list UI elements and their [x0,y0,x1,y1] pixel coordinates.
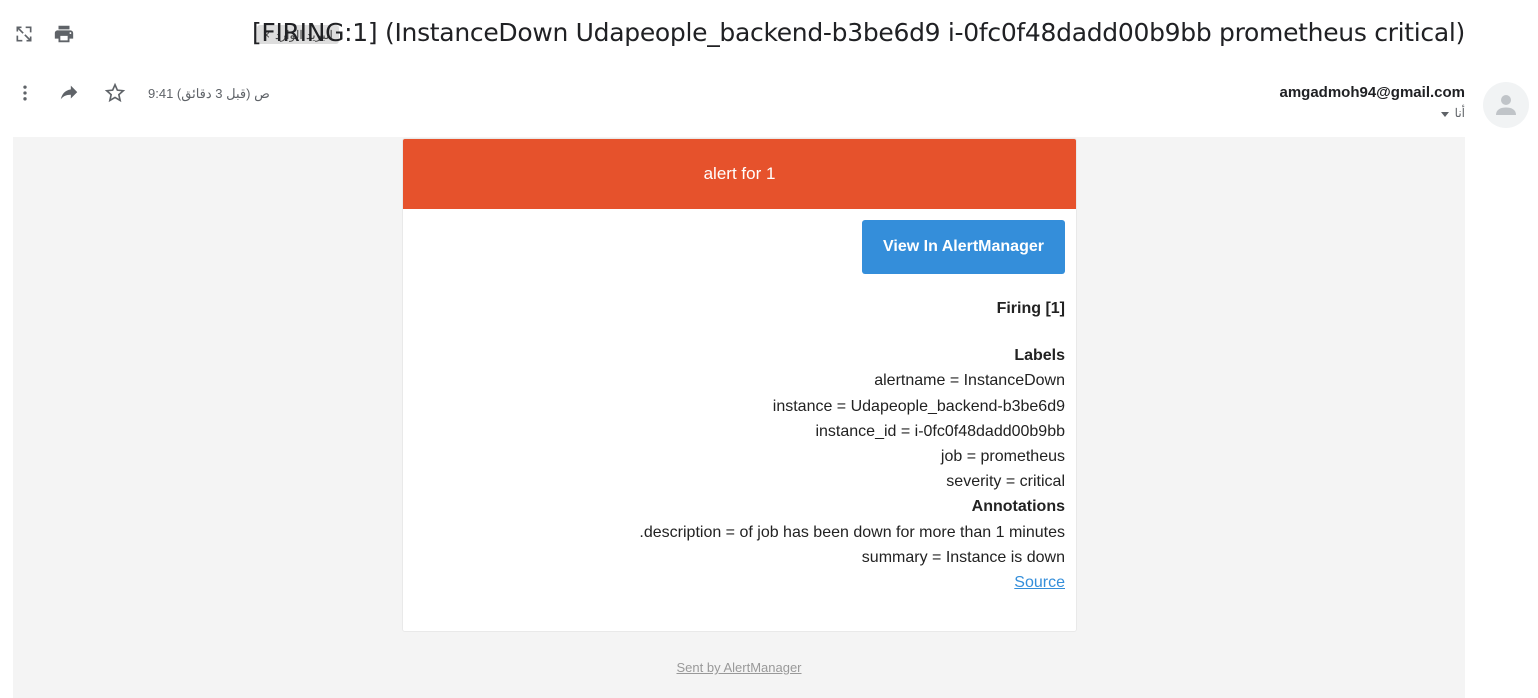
annotations-heading: Annotations [971,498,1065,515]
alert-card: alert for 1 View In AlertManager Firing … [402,138,1077,632]
chevron-down-icon[interactable] [1440,112,1449,117]
more-options-icon[interactable] [13,81,37,105]
print-icon[interactable] [52,22,76,46]
annotation-line: summary = Instance is down [861,549,1065,566]
label-line: severity = critical [946,473,1065,490]
label-line: instance_id = i-0fc0f48dadd00b9bb [815,423,1065,440]
open-in-new-window-icon[interactable] [12,22,36,46]
recipient-label: أنا [1454,106,1465,120]
email-footer: Sent by AlertManager [13,660,1465,675]
message-timestamp: 9:41 ص (قبل 3 دقائق) [148,86,270,101]
label-line: instance = Udapeople_backend-b3be6d9 [772,398,1065,415]
labels-heading: Labels [1014,347,1065,364]
annotation-line: description = of job has been down for m… [639,524,1065,541]
person-icon [1496,95,1516,115]
label-line: job = prometheus [940,448,1065,465]
sent-by-alertmanager-link[interactable]: Sent by AlertManager [676,660,801,675]
avatar [1483,82,1529,128]
firing-count: Firing [1] [996,300,1065,317]
sender-email[interactable]: amgadmoh94@gmail.com [1279,84,1465,101]
label-line: alertname = InstanceDown [874,372,1065,389]
email-subject: [FIRING:1] (InstanceDown Udapeople_backe… [251,18,1465,47]
alert-title: alert for 1 [703,164,776,183]
alert-card-header: alert for 1 [403,139,1076,209]
recipient-line[interactable]: أنا [1440,106,1465,120]
forward-icon[interactable] [57,81,81,105]
star-icon[interactable] [102,80,128,106]
view-in-alertmanager-button[interactable]: View In AlertManager [862,220,1065,274]
source-link[interactable]: Source [1014,574,1065,591]
